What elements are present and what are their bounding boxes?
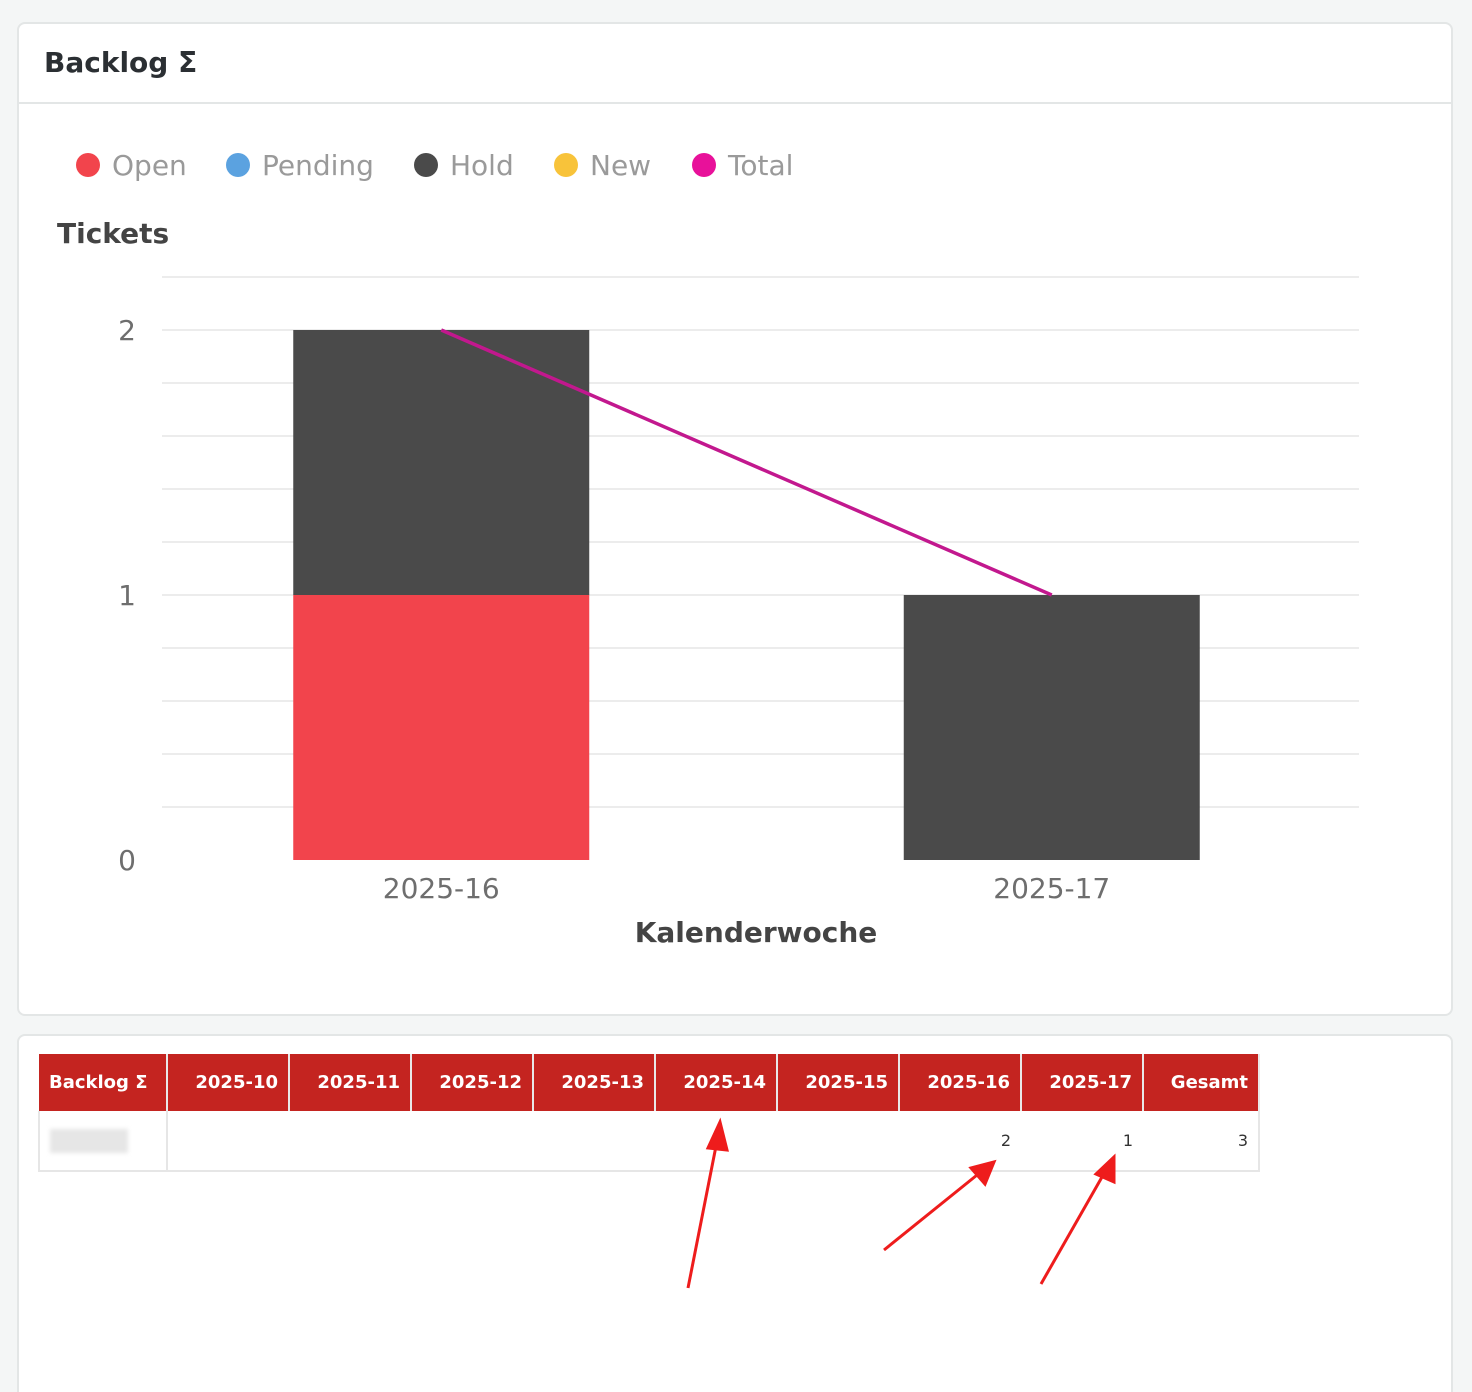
table-cell — [289, 1111, 411, 1172]
bar-hold — [903, 595, 1200, 860]
table-cell — [533, 1111, 655, 1172]
x-tick-label: 2025-16 — [383, 872, 500, 905]
x-axis-title: Kalenderwoche — [635, 916, 878, 949]
backlog-chart: Open Pending Hold New Total Tickets 0 1 2 2025-16… — [57, 149, 1359, 949]
row-label-cell — [38, 1111, 168, 1172]
legend-marker-pending — [226, 153, 250, 177]
legend-marker-hold — [414, 153, 438, 177]
table-cell — [411, 1111, 533, 1172]
legend-label: New — [590, 149, 651, 182]
legend-marker-open — [76, 153, 100, 177]
table-cell: 1 — [1021, 1111, 1143, 1172]
y-axis-title: Tickets — [57, 217, 169, 250]
legend-label: Hold — [450, 149, 514, 182]
table-row: 2 1 3 — [38, 1111, 1260, 1172]
legend-marker-new — [554, 153, 578, 177]
table-cell-total: 3 — [1143, 1111, 1260, 1172]
table-panel: Backlog Σ 2025-10 2025-11 2025-12 2025-1… — [17, 1034, 1453, 1392]
column-header[interactable]: 2025-15 — [777, 1054, 900, 1111]
table-cell: 2 — [899, 1111, 1021, 1172]
x-tick-label: 2025-17 — [993, 872, 1110, 905]
table-cell — [655, 1111, 777, 1172]
backlog-table: Backlog Σ 2025-10 2025-11 2025-12 2025-1… — [38, 1054, 1260, 1172]
column-header[interactable]: 2025-10 — [167, 1054, 290, 1111]
table-cell — [167, 1111, 289, 1172]
table-cell — [777, 1111, 899, 1172]
column-header[interactable]: 2025-13 — [533, 1054, 656, 1111]
legend-marker-total — [692, 153, 716, 177]
y-tick-label: 0 — [118, 844, 136, 877]
y-tick-label: 1 — [118, 579, 136, 612]
column-header[interactable]: 2025-14 — [655, 1054, 778, 1111]
column-header[interactable]: 2025-17 — [1021, 1054, 1144, 1111]
bar-hold — [293, 330, 590, 595]
legend-label: Open — [112, 149, 187, 182]
column-header[interactable]: 2025-12 — [411, 1054, 534, 1111]
column-header[interactable]: Backlog Σ — [39, 1054, 168, 1111]
bar-open — [293, 595, 590, 860]
redacted-name — [50, 1128, 128, 1153]
column-header[interactable]: Gesamt — [1143, 1054, 1260, 1111]
table-header-row: Backlog Σ 2025-10 2025-11 2025-12 2025-1… — [39, 1054, 1260, 1111]
column-header[interactable]: 2025-16 — [899, 1054, 1022, 1111]
y-tick-label: 2 — [118, 314, 136, 347]
column-header[interactable]: 2025-11 — [289, 1054, 412, 1111]
legend-label: Pending — [262, 149, 374, 182]
legend-label: Total — [727, 149, 793, 182]
chart-panel: Backlog Σ Open Pending Hold New Total Tickets… — [17, 22, 1453, 1016]
